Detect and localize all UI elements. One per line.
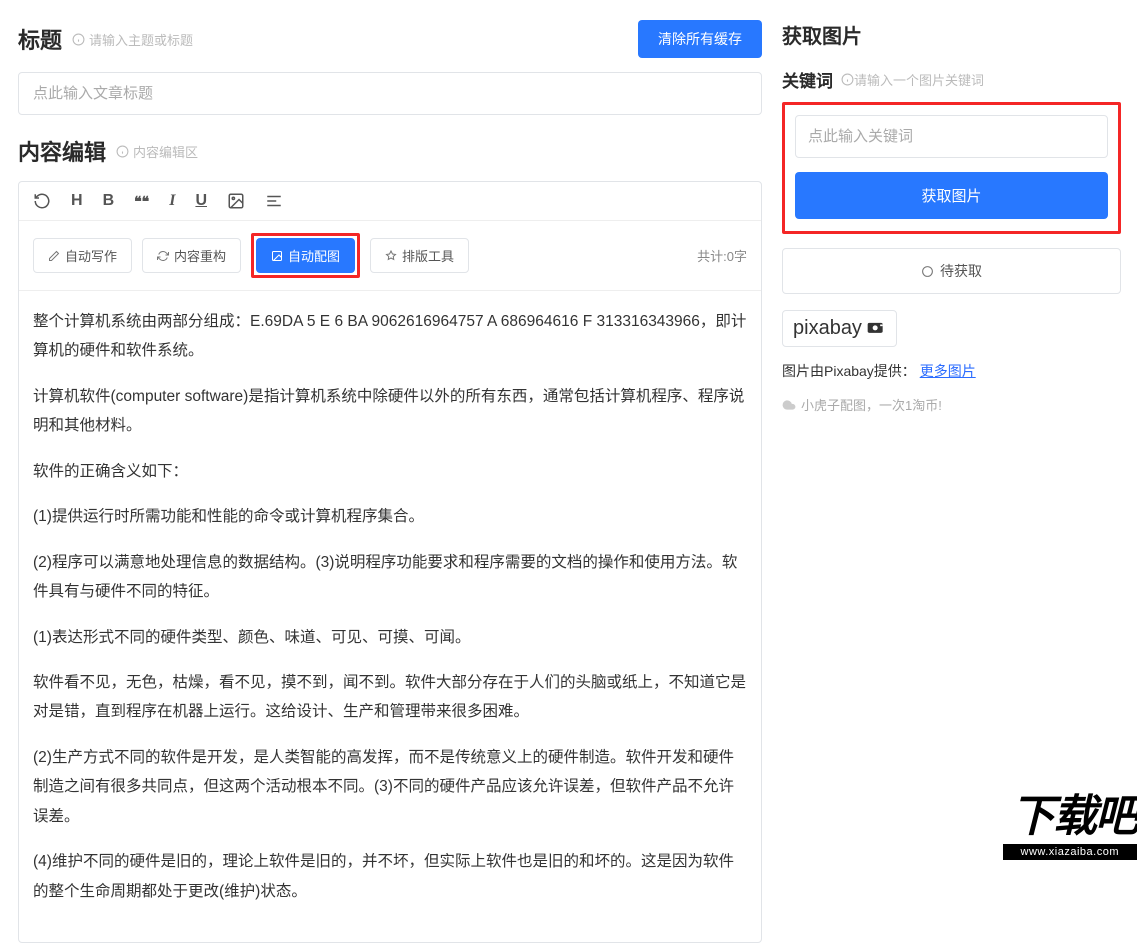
highlight-auto-image: 自动配图 [251,233,360,278]
cloud-icon [782,398,796,412]
provider-info: 图片由Pixabay提供： 更多图片 [782,361,1121,381]
bold-button[interactable]: B [103,192,115,210]
heading-button[interactable]: H [71,192,83,210]
fetch-image-button[interactable]: 获取图片 [795,172,1108,219]
title-hint: 请输入主题或标题 [72,30,193,49]
content-paragraph: (2)生产方式不同的软件是开发，是人类智能的高发挥，而不是传统意义上的硬件制造。… [33,743,747,831]
circle-icon [921,265,934,278]
content-paragraph: (4)维护不同的硬件是旧的，理论上软件是旧的，并不坏，但实际上软件也是旧的和坏的… [33,847,747,906]
content-rebuild-button[interactable]: 内容重构 [142,238,241,273]
undo-button[interactable] [33,192,51,210]
word-counter: 共计:0字 [697,246,747,265]
watermark: 下载吧 www.xiazaiba.com [1003,780,1137,860]
editor-section-header: 内容编辑 内容编辑区 [18,135,762,167]
article-title-input[interactable] [18,72,762,115]
auto-write-button[interactable]: 自动写作 [33,238,132,273]
underline-button[interactable]: U [195,192,207,210]
title-section-header: 标题 请输入主题或标题 清除所有缓存 [18,20,762,58]
content-area[interactable]: 整个计算机系统由两部分组成：E.69DA 5 E 6 BA 9062616964… [19,291,761,942]
editor-box: H B ❝❝ I U 自动写作 内容重构 [18,181,762,943]
sidebar-heading: 获取图片 [782,20,1121,49]
content-paragraph: 计算机软件(computer software)是指计算机系统中除硬件以外的所有… [33,382,747,441]
auto-image-button[interactable]: 自动配图 [256,238,355,273]
content-paragraph: (2)程序可以满意地处理信息的数据结构。(3)说明程序功能要求和程序需要的文档的… [33,548,747,607]
main-column: 标题 请输入主题或标题 清除所有缓存 内容编辑 内容编辑区 H B ❝❝ [0,0,782,860]
info-icon [72,33,85,46]
status-button[interactable]: 待获取 [782,248,1121,294]
format-toolbar: H B ❝❝ I U [19,182,761,221]
image-button[interactable] [227,192,245,210]
keyword-hint: 请输入一个图片关键词 [841,70,984,89]
content-paragraph: 软件的正确含义如下： [33,457,747,486]
quote-button[interactable]: ❝❝ [134,193,149,210]
keyword-label: 关键词 [782,67,833,92]
camera-icon [866,320,886,337]
info-icon [116,145,129,158]
editor-hint: 内容编辑区 [116,142,198,161]
content-paragraph: (1)提供运行时所需功能和性能的命令或计算机程序集合。 [33,502,747,531]
watermark-url: www.xiazaiba.com [1003,844,1137,860]
align-button[interactable] [265,192,283,210]
refresh-icon [157,250,169,262]
image-icon [271,250,283,262]
watermark-text: 下载吧 [1003,780,1137,844]
action-toolbar: 自动写作 内容重构 自动配图 排版工具 共计:0字 [19,221,761,291]
layout-icon [385,250,397,262]
editor-heading: 内容编辑 [18,135,106,167]
keyword-row: 关键词 请输入一个图片关键词 [782,67,1121,92]
keyword-input[interactable] [795,115,1108,158]
pencil-icon [48,250,60,262]
tip-line: 小虎子配图，一次1淘币! [782,395,1121,414]
title-heading: 标题 [18,23,62,55]
clear-cache-button[interactable]: 清除所有缓存 [638,20,762,58]
pixabay-logo[interactable]: pixabay [782,310,897,347]
highlight-keyword-box: 获取图片 [782,102,1121,234]
content-paragraph: 软件看不见，无色，枯燥，看不见，摸不到，闻不到。软件大部分存在于人们的头脑或纸上… [33,668,747,727]
info-icon [841,73,854,86]
layout-tool-button[interactable]: 排版工具 [370,238,469,273]
sidebar: 获取图片 关键词 请输入一个图片关键词 获取图片 待获取 pixabay 图片由… [782,0,1137,860]
more-images-link[interactable]: 更多图片 [920,363,976,379]
content-paragraph: 整个计算机系统由两部分组成：E.69DA 5 E 6 BA 9062616964… [33,307,747,366]
italic-button[interactable]: I [169,192,175,210]
content-paragraph: (1)表达形式不同的硬件类型、颜色、味道、可见、可摸、可闻。 [33,623,747,652]
